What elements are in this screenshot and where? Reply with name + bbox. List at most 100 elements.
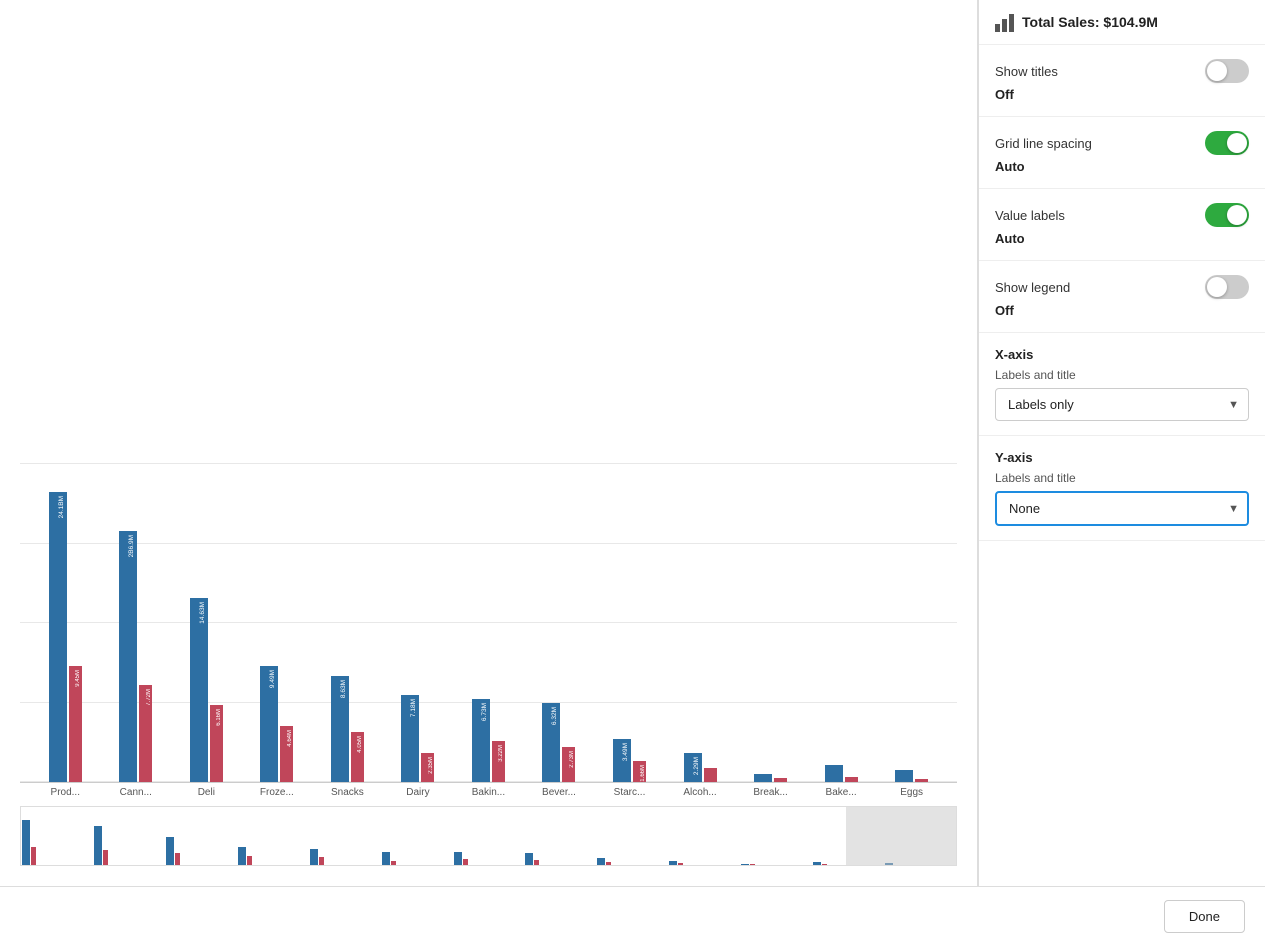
grid-line-spacing-thumb: [1227, 133, 1247, 153]
bar-red: 2.35M: [421, 753, 434, 782]
x-axis-sublabel: Labels and title: [995, 368, 1249, 382]
show-titles-top: Show titles: [995, 59, 1249, 83]
y-axis-dropdown-wrapper: None Labels only Labels and title ▼: [995, 491, 1249, 526]
y-axis-title: Y-axis: [995, 450, 1249, 465]
bottom-bar: Done: [0, 886, 1265, 946]
x-axis-label: Bake...: [806, 787, 877, 798]
bar-group: 2B6.9M7.72M: [101, 531, 172, 782]
mini-bar-blue: [310, 849, 318, 866]
x-axis-label: Eggs: [876, 787, 947, 798]
x-axis-label: Cann...: [101, 787, 172, 798]
bar-red-label: 4.64M: [287, 730, 293, 747]
bar-blue: [895, 770, 913, 782]
mini-bar-blue: [166, 837, 174, 866]
show-titles-toggle[interactable]: [1205, 59, 1249, 83]
mini-bar-group: [21, 820, 93, 865]
bar-blue: 2B6.9M: [119, 531, 137, 782]
y-axis-dropdown[interactable]: None Labels only Labels and title: [995, 491, 1249, 526]
x-axis-labels: Prod...Cann...DeliFroze...SnacksDairyBak…: [20, 783, 957, 798]
bar-blue-label: 9.49M: [269, 670, 276, 688]
x-axis-label: Bever...: [524, 787, 595, 798]
mini-bar-red: [319, 857, 324, 865]
show-titles-row: Show titles Off: [979, 45, 1265, 117]
mini-bar-red: [175, 853, 180, 865]
value-labels-track: [1205, 203, 1249, 227]
mini-bar-red: [750, 864, 755, 865]
show-titles-label: Show titles: [995, 64, 1058, 79]
bar-red: 4.64M: [280, 726, 293, 782]
grid-line: [20, 463, 957, 464]
x-axis-title: X-axis: [995, 347, 1249, 362]
mini-bar-group: [596, 858, 668, 865]
bar-blue-label: 8.63M: [340, 680, 347, 698]
mini-bar-group: [668, 861, 740, 866]
mini-bar-red: [822, 864, 827, 865]
mini-chart[interactable]: [20, 806, 957, 866]
x-axis-label: Starc...: [594, 787, 665, 798]
mini-bar-blue: [22, 820, 30, 865]
mini-bar-red: [31, 847, 36, 865]
panel-header: Total Sales: $104.9M: [979, 0, 1265, 45]
bar-red: 4.05M: [351, 732, 364, 782]
chart-area: 24.1BM 9.45M 2B6.9M7.72M 14.63M 6.16M 9.49M 4.…: [0, 0, 978, 886]
bar-red-label: 6.16M: [216, 709, 222, 726]
bar-red-label: 9.45M: [75, 670, 81, 687]
bar-group: 6.73M3.22M: [453, 699, 524, 782]
y-axis-section: Y-axis Labels and title None Labels only…: [979, 436, 1265, 541]
bar-blue: 24.1BM: [49, 492, 67, 782]
bar-blue: 14.63M: [190, 598, 208, 782]
grid-line-spacing-toggle[interactable]: [1205, 131, 1249, 155]
mini-bar-group: [740, 864, 812, 865]
show-titles-track: [1205, 59, 1249, 83]
bar-red: [915, 779, 928, 782]
bar-red-label: 4.05M: [357, 736, 363, 753]
mini-bar-blue: [741, 864, 749, 865]
bar-red-label: 3.22M: [498, 745, 504, 762]
grid-line-spacing-top: Grid line spacing: [995, 131, 1249, 155]
bar-blue: 8.63M: [331, 676, 349, 782]
mini-bar-group: [165, 837, 237, 866]
show-legend-toggle[interactable]: [1205, 275, 1249, 299]
value-labels-value: Auto: [995, 231, 1249, 246]
mini-bar-blue: [454, 852, 462, 865]
show-titles-value: Off: [995, 87, 1249, 102]
mini-bar-group: [237, 847, 309, 865]
bar-group: [735, 774, 806, 782]
mini-bar-blue: [525, 853, 533, 865]
x-axis-label: Bakin...: [453, 787, 524, 798]
mini-bar-blue: [597, 858, 605, 865]
value-labels-toggle[interactable]: [1205, 203, 1249, 227]
mini-bar-blue: [813, 862, 821, 865]
bar-chart-icon: [995, 12, 1014, 32]
x-axis-label: Dairy: [383, 787, 454, 798]
mini-bar-group: [453, 852, 525, 865]
bar-red: [774, 778, 787, 782]
bar-group: [806, 765, 877, 782]
bar-group: [876, 770, 947, 782]
bar-red: [704, 768, 717, 783]
x-axis-label: Break...: [735, 787, 806, 798]
bar-group: 7.18M2.35M: [383, 695, 454, 782]
x-axis-dropdown[interactable]: None Labels only Labels and title: [995, 388, 1249, 421]
value-labels-top: Value labels: [995, 203, 1249, 227]
grid-line-spacing-label: Grid line spacing: [995, 136, 1092, 151]
bar-group: 3.49M1.66M: [594, 739, 665, 783]
mini-bar-blue: [94, 826, 102, 865]
mini-bar-red: [103, 850, 108, 865]
show-legend-top: Show legend: [995, 275, 1249, 299]
show-legend-row: Show legend Off: [979, 261, 1265, 333]
mini-bar-red: [534, 860, 539, 865]
show-titles-thumb: [1207, 61, 1227, 81]
value-labels-row: Value labels Auto: [979, 189, 1265, 261]
x-axis-label: Alcoh...: [665, 787, 736, 798]
right-panel: Total Sales: $104.9M Show titles Off Gri…: [978, 0, 1265, 886]
bar-red: 6.16M: [210, 705, 223, 782]
bar-blue-label: 2.29M: [693, 757, 700, 775]
mini-bar-red: [247, 856, 252, 865]
done-button[interactable]: Done: [1164, 900, 1245, 933]
mini-bar-red: [606, 862, 611, 865]
bar-blue-label: 24.1BM: [58, 496, 65, 518]
x-axis-label: Snacks: [312, 787, 383, 798]
bar-group: 24.1BM 9.45M: [30, 492, 101, 782]
bar-blue: 9.49M: [260, 666, 278, 782]
